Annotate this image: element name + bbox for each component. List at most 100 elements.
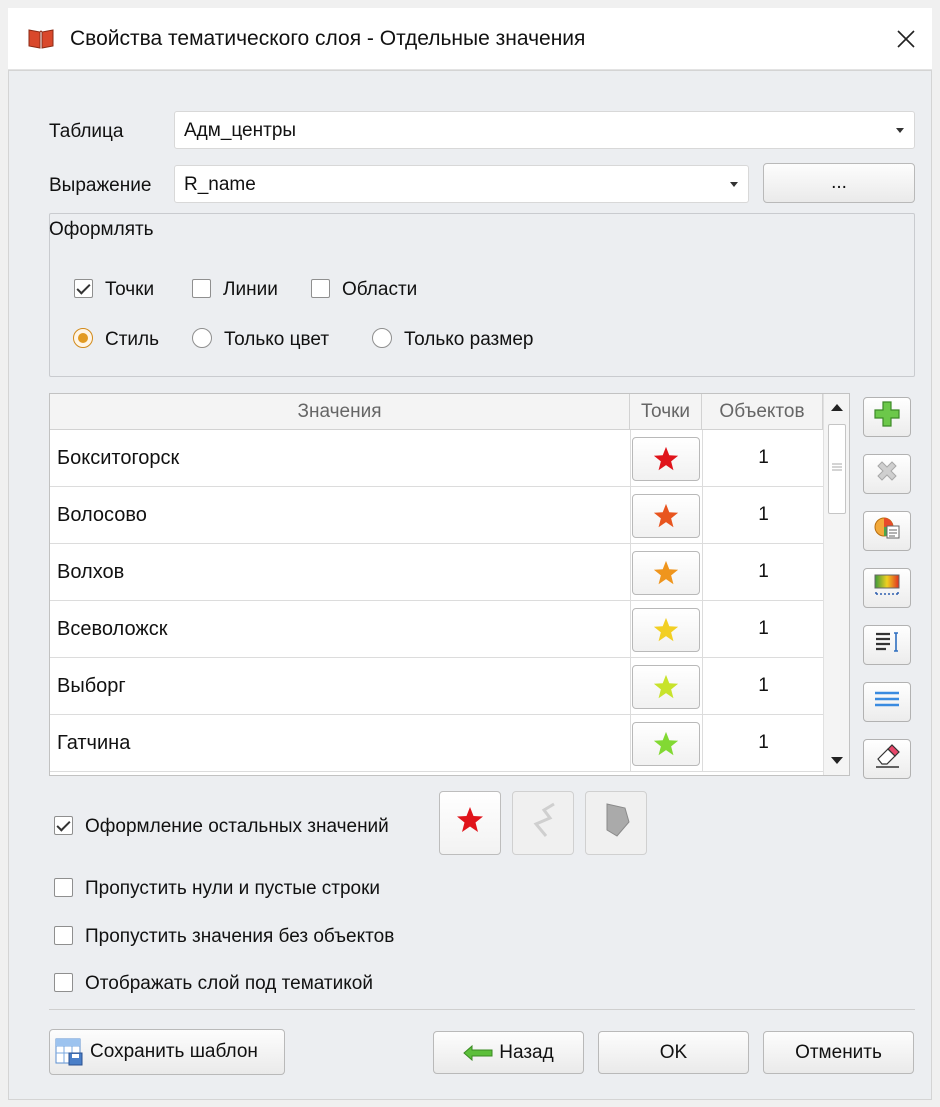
gradient-button[interactable] <box>863 568 911 608</box>
lines-icon <box>873 685 901 719</box>
row-count: 1 <box>758 618 769 639</box>
back-button[interactable]: Назад <box>433 1031 584 1074</box>
expression-select[interactable]: R_name <box>174 165 749 203</box>
other-area-style-button[interactable] <box>585 791 647 855</box>
point-style-button[interactable] <box>632 437 700 481</box>
table-select[interactable]: Адм_центры <box>174 111 915 149</box>
gradient-icon <box>873 571 901 605</box>
point-style-button[interactable] <box>632 608 700 652</box>
cell-divider <box>630 430 631 487</box>
row-count: 1 <box>758 675 769 696</box>
cell-divider <box>702 430 703 487</box>
other-point-style-button[interactable] <box>439 791 501 855</box>
row-value: Всеволожск <box>57 618 168 640</box>
scrollbar-thumb[interactable] <box>828 424 846 514</box>
row-count: 1 <box>758 561 769 582</box>
scroll-up-icon[interactable] <box>830 403 844 412</box>
ok-button[interactable]: OK <box>598 1031 749 1074</box>
areas-checkbox[interactable] <box>311 279 330 298</box>
other-values-checkbox[interactable] <box>54 816 73 835</box>
row-count: 1 <box>758 732 769 753</box>
size-only-radio-label: Только размер <box>404 329 534 350</box>
design-groupbox <box>49 213 915 377</box>
eraser-button[interactable] <box>863 739 911 779</box>
star-icon <box>455 805 485 841</box>
other-line-style-button[interactable] <box>512 791 574 855</box>
window-title: Свойства тематического слоя - Отдельные … <box>70 27 586 50</box>
star-icon <box>653 617 679 642</box>
cell-divider <box>630 715 631 772</box>
save-template-label: Сохранить шаблон <box>90 1041 258 1062</box>
row-count: 1 <box>758 504 769 525</box>
eraser-icon <box>873 742 901 776</box>
color-only-radio-label: Только цвет <box>224 329 330 350</box>
areas-checkbox-label: Области <box>342 279 418 300</box>
polyline-icon <box>526 800 560 846</box>
skip-empty-values-checkbox[interactable] <box>54 926 73 945</box>
title-bar: Свойства тематического слоя - Отдельные … <box>8 8 932 70</box>
cell-divider <box>702 544 703 601</box>
column-header-count[interactable]: Объектов <box>702 394 823 430</box>
lines-checkbox[interactable] <box>192 279 211 298</box>
close-icon[interactable] <box>886 22 926 56</box>
cell-divider <box>630 658 631 715</box>
other-values-label: Оформление остальных значений <box>85 816 389 837</box>
table-row[interactable]: Волосово 1 <box>50 487 823 544</box>
chevron-down-icon <box>896 128 904 133</box>
delete-value-button[interactable] <box>863 454 911 494</box>
cancel-button[interactable]: Отменить <box>763 1031 914 1074</box>
values-table: Значения Точки Объектов Бокситогорск 1 Вол… <box>49 393 850 776</box>
skip-nulls-checkbox[interactable] <box>54 878 73 897</box>
color-palette-icon <box>873 514 901 548</box>
size-only-radio[interactable] <box>372 328 392 348</box>
table-header: Значения Точки Объектов <box>50 394 823 430</box>
chevron-down-icon <box>730 182 738 187</box>
polygon-icon <box>599 800 633 846</box>
point-style-button[interactable] <box>632 551 700 595</box>
sort-list-button[interactable] <box>863 625 911 665</box>
lines-button[interactable] <box>863 682 911 722</box>
color-palette-button[interactable] <box>863 511 911 551</box>
column-header-values[interactable]: Значения <box>50 394 630 430</box>
row-value: Бокситогорск <box>57 447 180 469</box>
skip-empty-values-label: Пропустить значения без объектов <box>85 926 395 947</box>
column-header-points[interactable]: Точки <box>630 394 702 430</box>
expression-builder-button[interactable]: ... <box>763 163 915 203</box>
scroll-down-icon[interactable] <box>830 756 844 765</box>
row-value: Волосово <box>57 504 147 526</box>
point-style-button[interactable] <box>632 494 700 538</box>
book-icon <box>28 27 54 49</box>
cell-divider <box>702 601 703 658</box>
skip-nulls-label: Пропустить нули и пустые строки <box>85 878 381 899</box>
table-row[interactable]: Всеволожск 1 <box>50 601 823 658</box>
color-only-radio[interactable] <box>192 328 212 348</box>
back-label: Назад <box>499 1041 554 1063</box>
dialog-body: Таблица Адм_центры Выражение R_name ... … <box>8 70 932 1100</box>
design-group-label: Оформлять <box>49 219 154 240</box>
table-rows: Бокситогорск 1 Волосово 1 Волхов 1 Всеволожск 1… <box>50 430 823 772</box>
style-radio[interactable] <box>73 328 93 348</box>
add-value-button[interactable] <box>863 397 911 437</box>
points-checkbox[interactable] <box>74 279 93 298</box>
arrow-left-icon <box>463 1044 493 1061</box>
table-row[interactable]: Гатчина 1 <box>50 715 823 772</box>
table-row[interactable]: Волхов 1 <box>50 544 823 601</box>
cell-divider <box>630 487 631 544</box>
points-checkbox-label: Точки <box>105 279 155 300</box>
footer-divider <box>49 1009 915 1010</box>
table-scrollbar[interactable] <box>823 394 849 775</box>
table-row[interactable]: Выборг 1 <box>50 658 823 715</box>
point-style-button[interactable] <box>632 665 700 709</box>
cell-divider <box>630 544 631 601</box>
add-value-icon <box>873 400 901 434</box>
show-layer-under-checkbox[interactable] <box>54 973 73 992</box>
table-row[interactable]: Бокситогорск 1 <box>50 430 823 487</box>
row-value: Гатчина <box>57 732 131 754</box>
star-icon <box>653 674 679 699</box>
point-style-button[interactable] <box>632 722 700 766</box>
row-value: Волхов <box>57 561 125 583</box>
table-save-icon <box>54 1037 84 1067</box>
cell-divider <box>702 487 703 544</box>
save-template-button[interactable]: Сохранить шаблон <box>49 1029 285 1075</box>
delete-value-icon <box>874 458 900 490</box>
